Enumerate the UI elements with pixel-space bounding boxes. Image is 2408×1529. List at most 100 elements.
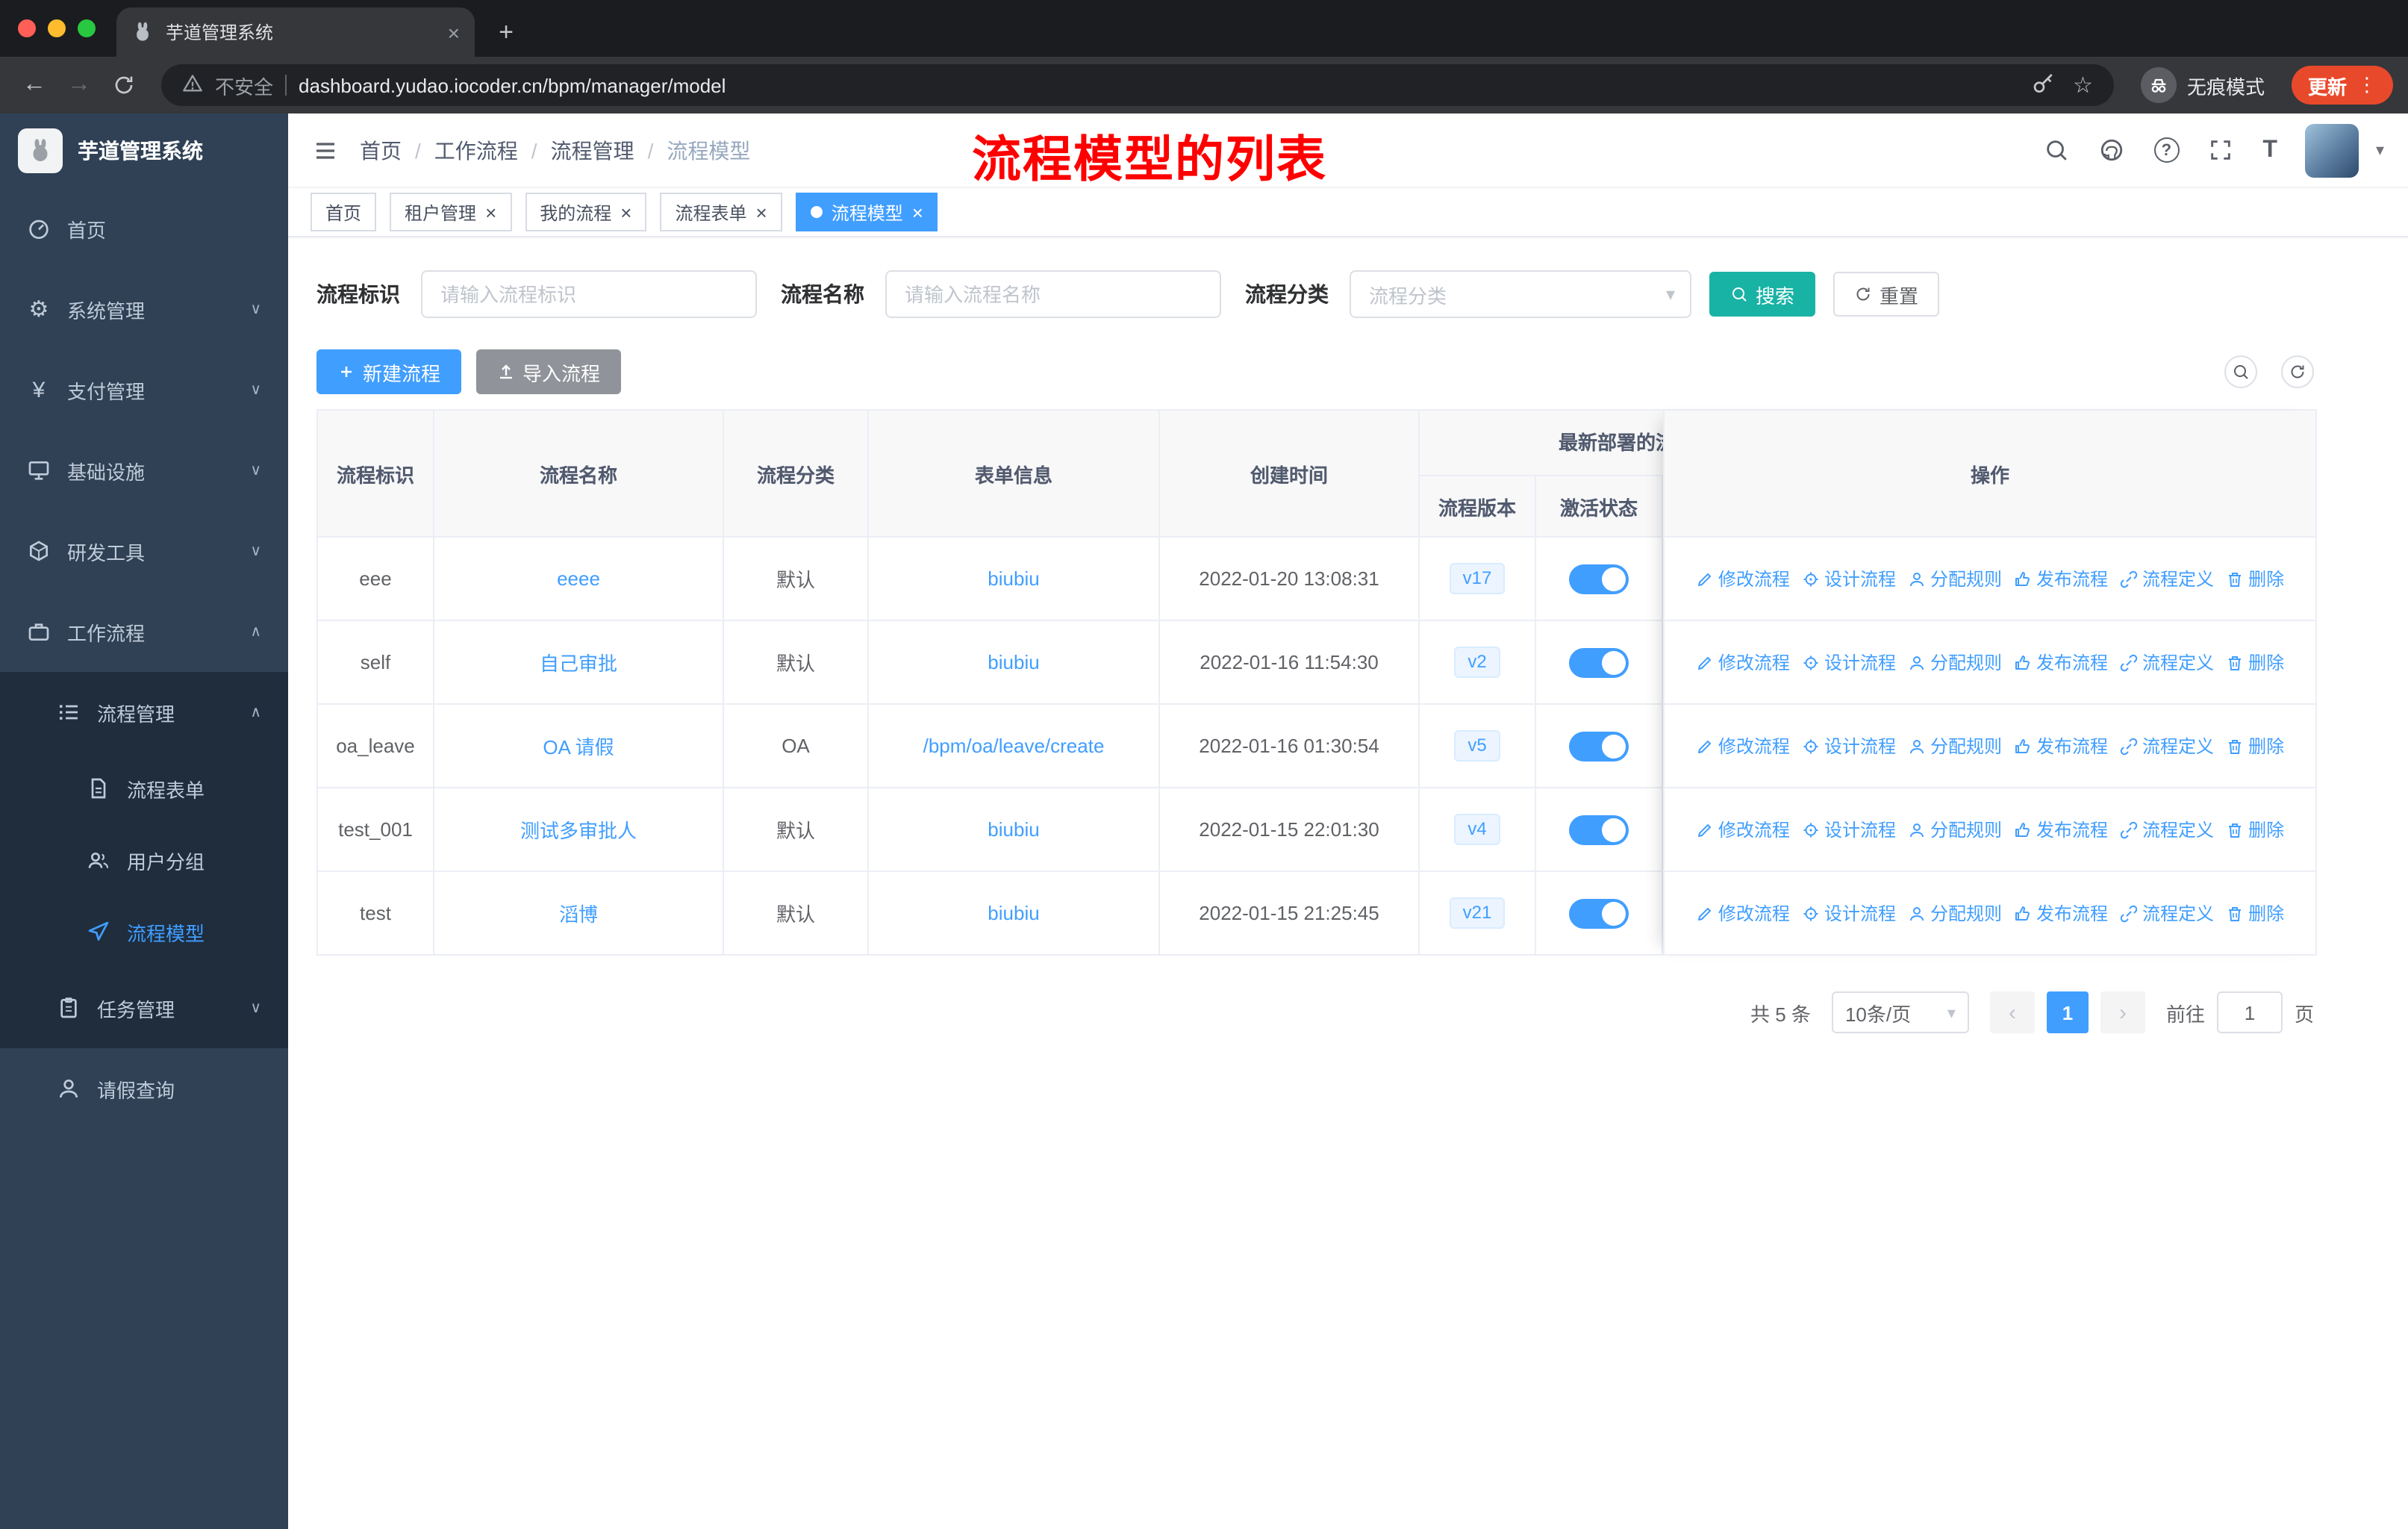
category-select[interactable]: 流程分类 ▾ bbox=[1350, 270, 1691, 318]
process-name-link[interactable]: eeee bbox=[434, 538, 724, 620]
address-bar[interactable]: 不安全 dashboard.yudao.iocoder.cn/bpm/manag… bbox=[161, 64, 2114, 106]
search-button[interactable]: 搜索 bbox=[1709, 272, 1816, 317]
create-process-button[interactable]: 新建流程 bbox=[316, 349, 462, 394]
tag-process-model[interactable]: 流程模型 × bbox=[795, 193, 938, 231]
sidebar-item-process-model[interactable]: 流程模型 bbox=[0, 896, 288, 968]
breadcrumb-item[interactable]: 流程管理 bbox=[551, 135, 634, 165]
update-button[interactable]: 更新 ⋮ bbox=[2291, 66, 2393, 105]
active-toggle[interactable] bbox=[1569, 647, 1629, 677]
minimize-window-button[interactable] bbox=[48, 19, 66, 37]
modify-process-link[interactable]: 修改流程 bbox=[1696, 650, 1790, 675]
breadcrumb-item[interactable]: 工作流程 bbox=[434, 135, 518, 165]
process-definition-link[interactable]: 流程定义 bbox=[2120, 650, 2214, 675]
close-icon[interactable]: × bbox=[485, 201, 496, 223]
design-process-link[interactable]: 设计流程 bbox=[1802, 650, 1896, 675]
modify-process-link[interactable]: 修改流程 bbox=[1696, 566, 1790, 591]
sidebar-item-process-mgmt[interactable]: 流程管理 ∧ bbox=[0, 672, 288, 753]
browser-menu-icon[interactable]: ⋮ bbox=[2357, 73, 2377, 97]
delete-link[interactable]: 删除 bbox=[2226, 566, 2284, 591]
tag-process-form[interactable]: 流程表单 × bbox=[660, 193, 782, 231]
forward-button[interactable]: → bbox=[60, 66, 99, 105]
process-name-link[interactable]: OA 请假 bbox=[434, 705, 724, 787]
user-avatar[interactable] bbox=[2305, 123, 2359, 177]
version-badge[interactable]: v5 bbox=[1454, 730, 1500, 762]
zoom-window-button[interactable] bbox=[78, 19, 96, 37]
font-size-icon[interactable]: T bbox=[2262, 137, 2277, 164]
active-toggle[interactable] bbox=[1569, 564, 1629, 594]
design-process-link[interactable]: 设计流程 bbox=[1802, 900, 1896, 926]
next-page-button[interactable]: › bbox=[2100, 991, 2145, 1033]
close-icon[interactable]: × bbox=[912, 201, 923, 223]
sidebar-item-user-group[interactable]: 用户分组 bbox=[0, 824, 288, 896]
breadcrumb-item[interactable]: 首页 bbox=[360, 135, 402, 165]
design-process-link[interactable]: 设计流程 bbox=[1802, 817, 1896, 842]
sidebar-item-payment[interactable]: ¥ 支付管理 ∨ bbox=[0, 349, 288, 430]
process-key-input[interactable] bbox=[421, 270, 757, 318]
prev-page-button[interactable]: ‹ bbox=[1989, 991, 2035, 1033]
version-badge[interactable]: v4 bbox=[1454, 814, 1500, 845]
publish-process-link[interactable]: 发布流程 bbox=[2014, 566, 2108, 591]
tag-home[interactable]: 首页 bbox=[311, 193, 377, 231]
process-name-link[interactable]: 自己审批 bbox=[434, 621, 724, 703]
assign-rule-link[interactable]: 分配规则 bbox=[1908, 817, 2002, 842]
assign-rule-link[interactable]: 分配规则 bbox=[1908, 900, 2002, 926]
collapse-sidebar-icon[interactable] bbox=[312, 137, 339, 164]
version-badge[interactable]: v2 bbox=[1454, 647, 1500, 678]
sidebar-item-leave-query[interactable]: 请假查询 bbox=[0, 1048, 288, 1129]
modify-process-link[interactable]: 修改流程 bbox=[1696, 817, 1790, 842]
close-icon[interactable]: × bbox=[756, 201, 767, 223]
search-icon[interactable] bbox=[2043, 137, 2070, 164]
browser-tab[interactable]: 芋道管理系统 × bbox=[116, 7, 475, 57]
delete-link[interactable]: 删除 bbox=[2226, 900, 2284, 926]
back-button[interactable]: ← bbox=[15, 66, 54, 105]
process-name-input[interactable] bbox=[885, 270, 1221, 318]
design-process-link[interactable]: 设计流程 bbox=[1802, 733, 1896, 759]
active-toggle[interactable] bbox=[1569, 898, 1629, 928]
page-size-select[interactable]: 10条/页 ▾ bbox=[1831, 991, 1969, 1033]
design-process-link[interactable]: 设计流程 bbox=[1802, 566, 1896, 591]
publish-process-link[interactable]: 发布流程 bbox=[2014, 817, 2108, 842]
form-info-link[interactable]: biubiu bbox=[869, 872, 1160, 954]
bookmark-star-icon[interactable]: ☆ bbox=[2073, 72, 2093, 99]
version-badge[interactable]: v21 bbox=[1449, 897, 1506, 929]
sidebar-item-devtools[interactable]: 研发工具 ∨ bbox=[0, 511, 288, 591]
refresh-table-button[interactable] bbox=[2281, 355, 2314, 388]
assign-rule-link[interactable]: 分配规则 bbox=[1908, 566, 2002, 591]
active-toggle[interactable] bbox=[1569, 731, 1629, 761]
goto-page-input[interactable] bbox=[2216, 991, 2283, 1033]
fullscreen-icon[interactable] bbox=[2207, 137, 2234, 164]
delete-link[interactable]: 删除 bbox=[2226, 733, 2284, 759]
sidebar-item-system[interactable]: ⚙ 系统管理 ∨ bbox=[0, 269, 288, 349]
process-definition-link[interactable]: 流程定义 bbox=[2120, 817, 2214, 842]
page-number-1[interactable]: 1 bbox=[2046, 991, 2089, 1033]
form-info-link[interactable]: biubiu bbox=[869, 788, 1160, 871]
toggle-search-button[interactable] bbox=[2224, 355, 2257, 388]
delete-link[interactable]: 删除 bbox=[2226, 817, 2284, 842]
publish-process-link[interactable]: 发布流程 bbox=[2014, 733, 2108, 759]
sidebar-item-task-mgmt[interactable]: 任务管理 ∨ bbox=[0, 968, 288, 1048]
publish-process-link[interactable]: 发布流程 bbox=[2014, 900, 2108, 926]
close-tab-icon[interactable]: × bbox=[448, 20, 460, 44]
modify-process-link[interactable]: 修改流程 bbox=[1696, 733, 1790, 759]
password-key-icon[interactable] bbox=[2031, 71, 2055, 99]
process-definition-link[interactable]: 流程定义 bbox=[2120, 900, 2214, 926]
delete-link[interactable]: 删除 bbox=[2226, 650, 2284, 675]
assign-rule-link[interactable]: 分配规则 bbox=[1908, 733, 2002, 759]
process-name-link[interactable]: 测试多审批人 bbox=[434, 788, 724, 871]
version-badge[interactable]: v17 bbox=[1449, 563, 1506, 594]
process-name-link[interactable]: 滔博 bbox=[434, 872, 724, 954]
form-info-link[interactable]: biubiu bbox=[869, 538, 1160, 620]
active-toggle[interactable] bbox=[1569, 815, 1629, 844]
reload-button[interactable] bbox=[105, 66, 143, 105]
github-icon[interactable] bbox=[2098, 137, 2125, 164]
process-definition-link[interactable]: 流程定义 bbox=[2120, 733, 2214, 759]
import-process-button[interactable]: 导入流程 bbox=[476, 349, 622, 394]
help-icon[interactable]: ? bbox=[2153, 137, 2180, 163]
app-logo[interactable]: 芋道管理系统 bbox=[0, 113, 288, 188]
new-tab-button[interactable]: + bbox=[487, 13, 525, 52]
publish-process-link[interactable]: 发布流程 bbox=[2014, 650, 2108, 675]
close-icon[interactable]: × bbox=[620, 201, 631, 223]
reset-button[interactable]: 重置 bbox=[1833, 272, 1940, 317]
tag-tenant[interactable]: 租户管理 × bbox=[390, 193, 512, 231]
form-info-link[interactable]: /bpm/oa/leave/create bbox=[869, 705, 1160, 787]
